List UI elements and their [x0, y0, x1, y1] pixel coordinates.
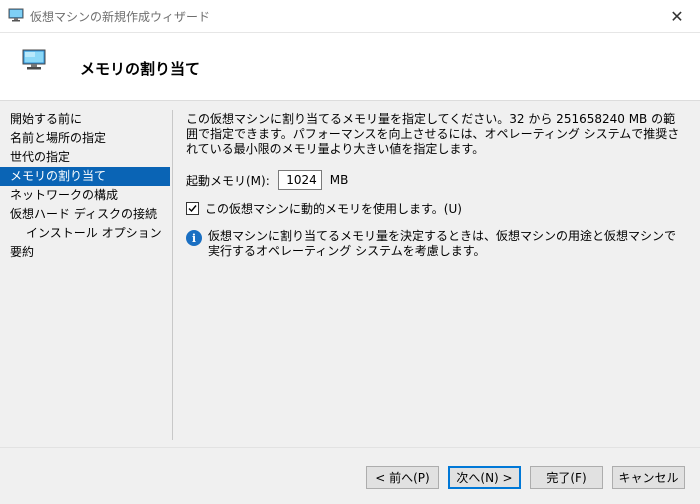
vm-monitor-icon	[8, 8, 24, 22]
dynamic-memory-label[interactable]: この仮想マシンに動的メモリを使用します。(U)	[205, 200, 462, 217]
nav-item-virtual-hard-disk[interactable]: 仮想ハード ディスクの接続	[0, 205, 170, 224]
nav-divider	[172, 110, 173, 440]
nav-item-before-you-begin[interactable]: 開始する前に	[0, 110, 170, 129]
window-title: 仮想マシンの新規作成ウィザード	[30, 10, 211, 24]
checkmark-icon	[188, 204, 197, 212]
nav-item-memory[interactable]: メモリの割り当て	[0, 167, 170, 186]
cancel-button[interactable]: キャンセル	[612, 466, 685, 489]
close-icon: ✕	[670, 6, 684, 26]
wizard-steps-nav: 開始する前に 名前と場所の指定 世代の指定 メモリの割り当て ネットワークの構成…	[0, 110, 170, 440]
dynamic-memory-row[interactable]: この仮想マシンに動的メモリを使用します。(U)	[186, 199, 686, 217]
dynamic-memory-checkbox[interactable]	[186, 201, 199, 215]
memory-settings-panel: この仮想マシンに割り当てるメモリ量を指定してください。32 から 2516582…	[186, 112, 686, 259]
nav-item-generation[interactable]: 世代の指定	[0, 148, 170, 167]
page-title: メモリの割り当て	[80, 60, 201, 78]
previous-button[interactable]: < 前へ(P)	[366, 466, 439, 489]
startup-memory-label: 起動メモリ(M):	[186, 173, 270, 188]
startup-memory-input[interactable]	[277, 170, 322, 190]
footer-divider	[0, 447, 700, 448]
vm-monitor-icon	[22, 49, 46, 71]
nav-item-network[interactable]: ネットワークの構成	[0, 186, 170, 205]
window-titlebar: 仮想マシンの新規作成ウィザード ✕	[0, 0, 700, 33]
finish-button[interactable]: 完了(F)	[530, 466, 603, 489]
memory-description: この仮想マシンに割り当てるメモリ量を指定してください。32 から 2516582…	[186, 112, 680, 156]
close-button[interactable]: ✕	[654, 0, 700, 32]
memory-info-note: i 仮想マシンに割り当てるメモリ量を決定するときは、仮想マシンの用途と仮想マシン…	[186, 229, 686, 259]
nav-item-summary[interactable]: 要約	[0, 243, 170, 262]
info-icon: i	[186, 230, 202, 246]
memory-info-text: 仮想マシンに割り当てるメモリ量を決定するときは、仮想マシンの用途と仮想マシンで実…	[208, 229, 677, 258]
startup-memory-unit: MB	[329, 173, 349, 187]
wizard-header: メモリの割り当て	[0, 33, 700, 101]
next-button[interactable]: 次へ(N) >	[448, 466, 521, 489]
nav-item-install-options[interactable]: インストール オプション	[0, 224, 170, 243]
nav-item-name-and-location[interactable]: 名前と場所の指定	[0, 129, 170, 148]
startup-memory-row: 起動メモリ(M): MB	[186, 169, 686, 191]
